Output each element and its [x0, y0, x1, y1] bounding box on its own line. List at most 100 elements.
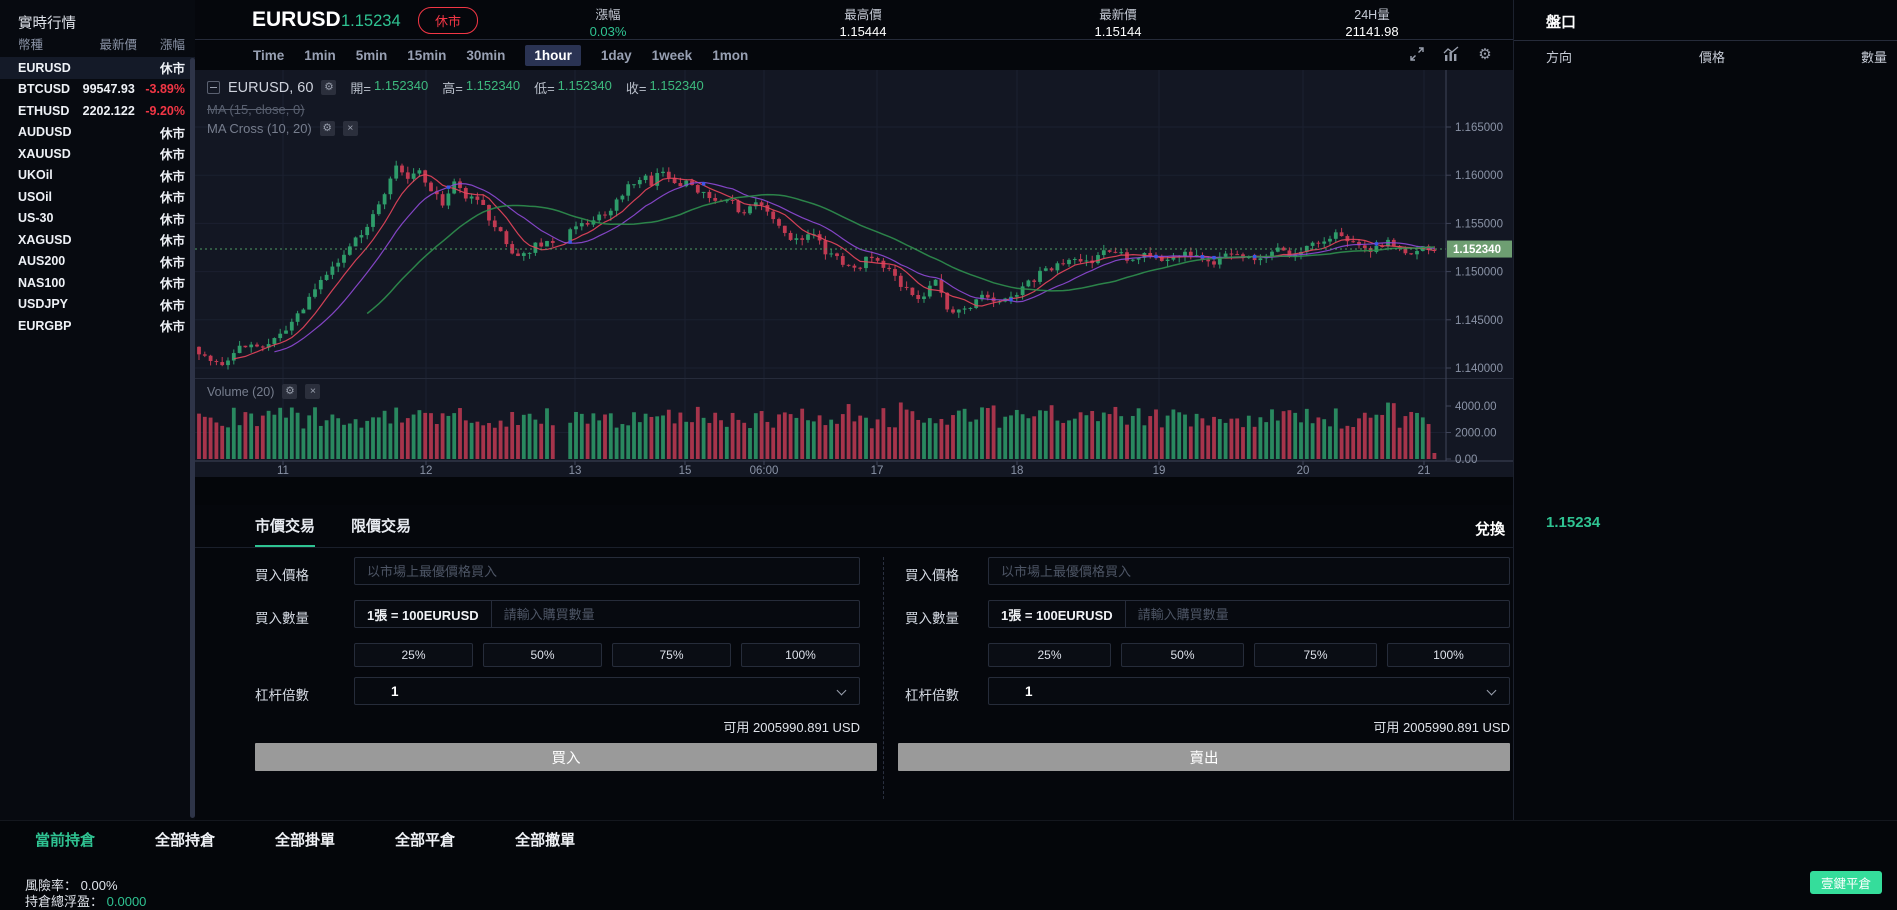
buy-leverage-select[interactable]: 1: [354, 677, 860, 705]
quote-row-XAGUSD[interactable]: XAGUSD休市: [0, 229, 195, 251]
quote-row-EURGBP[interactable]: EURGBP休市: [0, 315, 195, 337]
buy-qty-input[interactable]: [492, 601, 859, 627]
legend-gear-icon[interactable]: ⚙: [321, 80, 336, 95]
stat-label: 漲幅: [538, 4, 678, 23]
trade-panel: 市價交易限價交易 兌換 買入價格買入數量1張 = 100EURUSD25%50%…: [195, 505, 1513, 820]
candlestick-chart[interactable]: 1.1650001.1600001.1550001.1500001.145000…: [195, 70, 1513, 477]
quote-symbol: USOil: [18, 190, 92, 204]
high-value: 1.152340: [466, 78, 520, 97]
sell-leverage-value: 1: [1025, 684, 1033, 699]
chart-panel: 1.1650001.1600001.1550001.1500001.145000…: [195, 70, 1513, 477]
chart-toolbar: ⚙: [1408, 45, 1494, 63]
orderbook-divider: [1514, 40, 1897, 41]
positions-tab-全部撤單[interactable]: 全部撤單: [515, 829, 575, 850]
quote-row-AUDUSD[interactable]: AUDUSD休市: [0, 122, 195, 144]
quote-change: -3.89%: [145, 82, 185, 96]
timeframe-tab-Time[interactable]: Time: [253, 48, 284, 63]
positions-tab-全部平倉[interactable]: 全部平倉: [395, 829, 455, 850]
timeframe-tab-1mon[interactable]: 1mon: [712, 48, 748, 63]
positions-tab-當前持倉[interactable]: 當前持倉: [35, 829, 95, 850]
quote-row-ETHUSD[interactable]: ETHUSD2202.122-9.20%: [0, 100, 195, 122]
timeframe-tab-1week[interactable]: 1week: [652, 48, 693, 63]
settings-gear-icon[interactable]: ⚙: [1476, 45, 1494, 63]
timeframe-tab-30min[interactable]: 30min: [466, 48, 505, 63]
sell-submit-button[interactable]: 賣出: [898, 743, 1510, 771]
close-label: 收=: [626, 78, 647, 97]
timeframe-tabs: Time 1min 5min 15min 30min 1hour 1day 1week 1mon: [253, 41, 748, 70]
timeframe-tab-15min[interactable]: 15min: [407, 48, 446, 63]
quote-symbol: EURUSD: [18, 61, 92, 75]
trade-tabs: 市價交易 限價交易: [255, 515, 411, 547]
quote-row-XAUUSD[interactable]: XAUUSD休市: [0, 143, 195, 165]
timeframe-tab-1min[interactable]: 1min: [304, 48, 336, 63]
svg-text:1.140000: 1.140000: [1455, 363, 1503, 375]
svg-text:15: 15: [679, 465, 692, 477]
quote-row-EURUSD[interactable]: EURUSD休市: [0, 57, 195, 79]
positions-tab-全部持倉[interactable]: 全部持倉: [155, 829, 215, 850]
orderbook-columns: 方向 價格 數量: [1514, 47, 1897, 65]
sell-price-input[interactable]: [989, 558, 1509, 584]
timeframe-bar: Time 1min 5min 15min 30min 1hour 1day 1week 1mon…: [195, 41, 1513, 70]
ma-cross-indicator: MA Cross (10, 20) ⚙ ×: [207, 121, 358, 136]
sell-percent-50%[interactable]: 50%: [1121, 643, 1244, 667]
timeframe-tab-1day[interactable]: 1day: [601, 48, 632, 63]
sell-price-field: [988, 557, 1510, 585]
positions-tab-全部掛單[interactable]: 全部掛單: [275, 829, 335, 850]
buy-price-field: [354, 557, 860, 585]
quote-row-USOil[interactable]: USOil休市: [0, 186, 195, 208]
market-sidebar: 實時行情 幣種 最新價 漲幅 EURUSD休市BTCUSD99547.93-3.…: [0, 0, 195, 820]
stat-value: 0.03%: [538, 24, 678, 39]
volume-label: Volume (20): [207, 385, 274, 399]
buy-leverage-label: 杠杆倍數: [255, 684, 309, 704]
sell-leverage-label: 杠杆倍數: [905, 684, 959, 704]
quote-row-UKOil[interactable]: UKOil休市: [0, 165, 195, 187]
sell-leverage-select[interactable]: 1: [988, 677, 1510, 705]
buy-percent-50%[interactable]: 50%: [483, 643, 602, 667]
floating-pnl-value: 0.0000: [107, 894, 147, 909]
sell-qty-unit: 1張 = 100EURUSD: [989, 601, 1126, 627]
sell-percent-75%[interactable]: 75%: [1254, 643, 1377, 667]
chevron-down-icon: [837, 686, 847, 696]
quote-change: -9.20%: [145, 104, 185, 118]
ma-indicator-disabled[interactable]: MA (15, close, 0): [207, 102, 305, 117]
orderbook-col-direction: 方向: [1546, 47, 1572, 66]
svg-text:1.150000: 1.150000: [1455, 267, 1503, 279]
buy-price-input[interactable]: [355, 558, 859, 584]
ma-cross-close-icon[interactable]: ×: [343, 121, 358, 136]
quote-symbol: US-30: [18, 211, 92, 225]
chart-legend: EURUSD, 60 ⚙ 開=1.152340 高=1.152340 低=1.1…: [207, 78, 704, 97]
buy-percent-75%[interactable]: 75%: [612, 643, 731, 667]
quote-change: 休市: [139, 230, 185, 249]
sell-percent-100%[interactable]: 100%: [1387, 643, 1510, 667]
buy-percent-100%[interactable]: 100%: [741, 643, 860, 667]
trade-tab-限價交易[interactable]: 限價交易: [351, 515, 411, 547]
sell-qty-input[interactable]: [1126, 601, 1509, 627]
quote-row-US-30[interactable]: US-30休市: [0, 208, 195, 230]
volume-close-icon[interactable]: ×: [305, 384, 320, 399]
timeframe-tab-1hour[interactable]: 1hour: [525, 45, 581, 66]
collapse-legend-icon[interactable]: [207, 81, 220, 94]
stat-label: 24H量: [1302, 4, 1442, 23]
quote-list: EURUSD休市BTCUSD99547.93-3.89%ETHUSD2202.1…: [0, 57, 195, 337]
trade-tab-市價交易[interactable]: 市價交易: [255, 515, 315, 547]
exchange-link[interactable]: 兌換: [1475, 518, 1505, 539]
quote-change: 休市: [139, 316, 185, 335]
sell-qty-field: 1張 = 100EURUSD: [988, 600, 1510, 628]
close-all-button[interactable]: 壹鍵平倉: [1810, 871, 1882, 894]
chevron-down-icon: [1487, 686, 1497, 696]
svg-text:1.155000: 1.155000: [1455, 218, 1503, 230]
quote-row-USDJPY[interactable]: USDJPY休市: [0, 294, 195, 316]
sell-percent-25%[interactable]: 25%: [988, 643, 1111, 667]
quote-row-AUS200[interactable]: AUS200休市: [0, 251, 195, 273]
buy-percent-25%[interactable]: 25%: [354, 643, 473, 667]
fullscreen-icon[interactable]: [1408, 45, 1426, 63]
ma-cross-gear-icon[interactable]: ⚙: [320, 121, 335, 136]
timeframe-tab-5min[interactable]: 5min: [356, 48, 388, 63]
quote-row-NAS100[interactable]: NAS100休市: [0, 272, 195, 294]
volume-gear-icon[interactable]: ⚙: [282, 384, 297, 399]
quote-row-BTCUSD[interactable]: BTCUSD99547.93-3.89%: [0, 79, 195, 101]
floating-pnl: 持倉總浮盈： 0.0000: [25, 891, 146, 910]
buy-submit-button[interactable]: 買入: [255, 743, 877, 771]
indicators-icon[interactable]: [1442, 45, 1460, 63]
stat-label: 最高價: [793, 4, 933, 23]
